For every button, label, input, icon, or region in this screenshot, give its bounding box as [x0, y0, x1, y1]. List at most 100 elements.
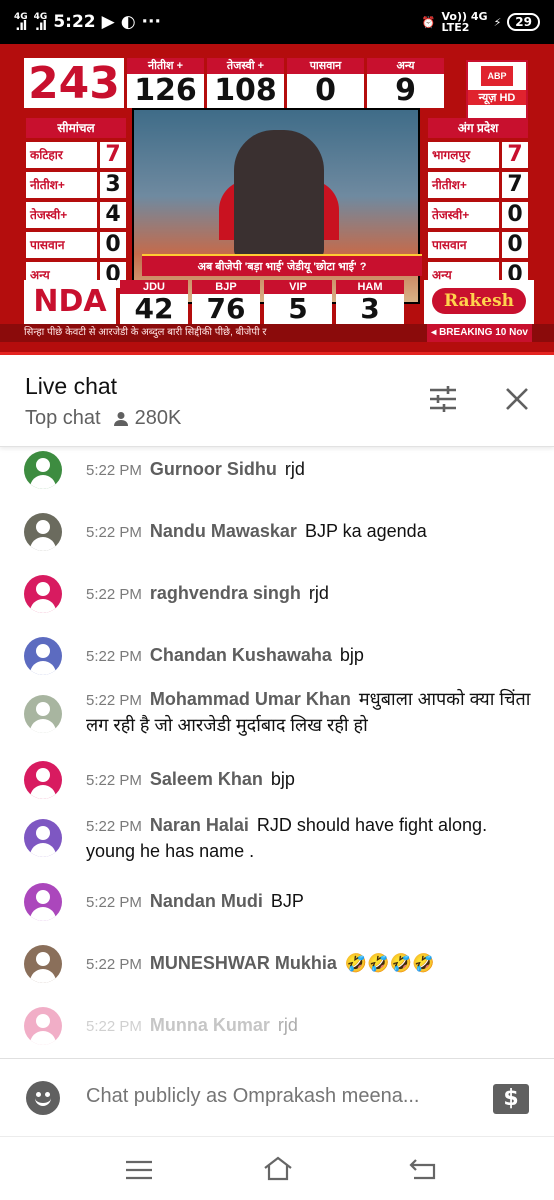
total-seats: 243: [24, 58, 124, 109]
tune-icon[interactable]: [428, 385, 458, 413]
message-author[interactable]: Nandan Mudi: [150, 891, 263, 911]
message-author[interactable]: raghvendra singh: [150, 583, 301, 603]
emoji-icon[interactable]: [26, 1081, 60, 1115]
avatar[interactable]: [24, 883, 62, 921]
avatar[interactable]: [24, 695, 62, 733]
avatar-head-icon: [36, 644, 50, 658]
party-tally: तेजस्वी +108: [207, 58, 284, 108]
message-time: 5:22 PM: [86, 648, 142, 665]
avatar-head-icon: [36, 826, 50, 840]
speaker-figure: [234, 130, 324, 260]
avatar-head-icon: [36, 458, 50, 472]
avatar[interactable]: [24, 945, 62, 983]
message-text: bjp: [270, 769, 295, 789]
region-row: भागलपुर 7: [428, 142, 528, 168]
chat-mode-selector[interactable]: Top chat: [25, 407, 101, 430]
message-author[interactable]: Naran Halai: [150, 815, 249, 835]
avatar-body-icon: [30, 1031, 56, 1045]
dollar-icon[interactable]: $: [493, 1084, 529, 1114]
message-text: BJP: [270, 891, 304, 911]
region-row-value: 7: [502, 172, 528, 198]
avatar[interactable]: [24, 575, 62, 613]
right-region-panel: अंग प्रदेश भागलपुर 7 नीतीश+ 7 तेजस्वी+ 0 पा…: [428, 118, 528, 288]
lte-label: LTE2: [441, 21, 470, 34]
region-row: पासवान 0: [26, 232, 126, 258]
message-author[interactable]: Saleem Khan: [150, 769, 263, 789]
party-tally: नीतीश +126: [127, 58, 204, 108]
region-row-label: तेजस्वी+: [26, 202, 97, 228]
results-topbar: 243 नीतीश +126 तेजस्वी +108 पासवान 0 अन्य…: [24, 58, 444, 109]
ally-tally: HAM 3: [336, 280, 404, 324]
ally-tally: BJP 76: [192, 280, 260, 324]
avatar-body-icon: [30, 475, 56, 489]
message-time: 5:22 PM: [86, 818, 142, 835]
message-author[interactable]: Gurnoor Sidhu: [150, 459, 277, 479]
avatar[interactable]: [24, 819, 62, 857]
avatar-body-icon: [30, 785, 56, 799]
message-author[interactable]: MUNESHWAR Mukhia: [150, 953, 337, 973]
chat-input[interactable]: [86, 1085, 466, 1108]
message-text: RJD should have fight along. young he ha…: [86, 815, 488, 861]
party-name: पासवान: [287, 58, 364, 74]
youtube-notification-icon: ▶: [101, 12, 115, 32]
message-text: 🤣🤣🤣🤣: [344, 953, 435, 973]
ally-tally: VIP 5: [264, 280, 332, 324]
emoji-smile: [35, 1097, 51, 1106]
avatar-body-icon: [30, 843, 56, 857]
ally-tally: JDU 42: [120, 280, 188, 324]
ally-value: 76: [192, 294, 260, 324]
video-player[interactable]: 243 नीतीश +126 तेजस्वी +108 पासवान 0 अन्य…: [0, 44, 554, 354]
ally-value: 42: [120, 294, 188, 324]
back-icon[interactable]: [408, 1157, 438, 1181]
message-text: rjd: [277, 1015, 298, 1035]
message-text: bjp: [339, 645, 364, 665]
avatar-head-icon: [36, 768, 50, 782]
avatar-head-icon: [36, 702, 50, 716]
avatar[interactable]: [24, 761, 62, 799]
viewer-count-value: 280K: [134, 407, 182, 429]
close-icon[interactable]: [503, 385, 531, 413]
region-row: तेजस्वी+ 4: [26, 202, 126, 228]
region-row-value: 7: [502, 142, 528, 168]
region-row: नीतीश+ 7: [428, 172, 528, 198]
sponsor-name: Rakesh: [432, 288, 526, 314]
person-icon: [113, 411, 128, 426]
region-row-value: 3: [100, 172, 126, 198]
avatar-body-icon: [30, 719, 56, 733]
ticker-text: सिन्हा पीछे केवटी से आरजेडी के अब्दुल बा…: [24, 327, 267, 338]
region-row-value: 4: [100, 202, 126, 228]
more-notifications-icon: ···: [141, 12, 161, 32]
charging-icon: ⚡: [493, 15, 502, 29]
avatar[interactable]: [24, 451, 62, 489]
message-text: BJP ka agenda: [304, 521, 427, 541]
party-name: अन्य: [367, 58, 444, 74]
region-row-label: पासवान: [26, 232, 97, 258]
message-author[interactable]: Chandan Kushawaha: [150, 645, 332, 665]
system-nav-bar: [0, 1136, 554, 1200]
region-row-label: कटिहार: [26, 142, 97, 168]
party-name: नीतीश +: [127, 58, 204, 74]
chat-input-bar: $: [0, 1058, 554, 1136]
alliance-bar: NDA JDU 42 BJP 76 VIP 5 HAM 3 Rakesh: [24, 280, 534, 324]
message-author[interactable]: Munna Kumar: [150, 1015, 270, 1035]
message-author[interactable]: Mohammad Umar Khan: [150, 689, 351, 709]
clock: 5:22: [53, 12, 96, 32]
message-time: 5:22 PM: [86, 692, 142, 709]
avatar[interactable]: [24, 1007, 62, 1045]
region-row-label: नीतीश+: [428, 172, 499, 198]
message-time: 5:22 PM: [86, 956, 142, 973]
message-author[interactable]: Nandu Mawaskar: [150, 521, 297, 541]
avatar[interactable]: [24, 513, 62, 551]
message-time: 5:22 PM: [86, 462, 142, 479]
avatar[interactable]: [24, 637, 62, 675]
party-tally: पासवान 0: [287, 58, 364, 108]
chat-message-list[interactable]: 5:22 PM Gurnoor Sidhu rjd 5:22 PM Nandu Maw…: [0, 447, 554, 1057]
menu-icon[interactable]: [125, 1159, 153, 1181]
avatar-head-icon: [36, 952, 50, 966]
region-row-label: तेजस्वी+: [428, 202, 499, 228]
avatar-body-icon: [30, 599, 56, 613]
home-icon[interactable]: [262, 1155, 294, 1181]
region-row-value: 7: [100, 142, 126, 168]
sponsor-logo: Rakesh: [424, 280, 534, 324]
region-row: पासवान 0: [428, 232, 528, 258]
